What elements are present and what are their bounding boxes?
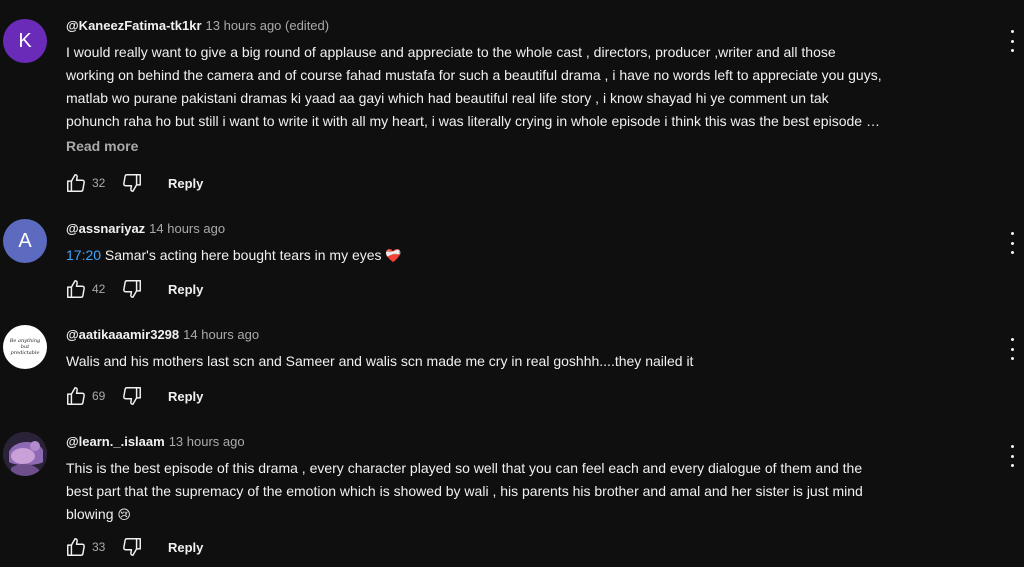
like-count: 42 [92,282,106,296]
avatar-handwriting: Be anything but predictable [9,338,41,356]
comment-author[interactable]: @assnariyaz [66,221,145,236]
reply-button[interactable]: Reply [168,540,203,555]
read-more-button[interactable]: Read more [66,138,984,154]
avatar-letter: A [18,229,32,252]
comment-text-line: I would really want to give a big round … [66,44,836,60]
comment-text-line: pohunch raha ho but still i want to writ… [66,113,880,129]
comment-time[interactable]: 14 hours ago [183,327,259,342]
comment-header: @aatikaaamir3298 14 hours ago [66,326,984,344]
comment-actions: 42 Reply [64,277,203,301]
like-count: 69 [92,389,106,403]
avatar-image [3,432,47,476]
comment-text: Walis and his mothers last scn and Samee… [66,353,694,369]
comment-text-body: Samar's acting here bought tears in my e… [101,247,386,263]
like-count: 32 [92,176,106,190]
reply-button[interactable]: Reply [168,282,203,297]
comment-actions: 32 Reply [64,171,203,195]
like-icon[interactable] [64,171,88,195]
comment-text: 17:20 Samar's acting here bought tears i… [66,244,984,267]
like-icon[interactable] [64,277,88,301]
more-options-icon[interactable] [1004,30,1020,52]
comment-author[interactable]: @learn._.islaam [66,434,165,449]
more-options-icon[interactable] [1004,232,1020,254]
dislike-icon[interactable] [120,171,144,195]
comment-time[interactable]: 13 hours ago (edited) [206,18,330,33]
comment-header: @assnariyaz 14 hours ago [66,220,984,238]
comment-text-line: matlab wo purane pakistani dramas ki yaa… [66,90,829,106]
like-icon[interactable] [64,384,88,408]
like-count: 33 [92,540,106,554]
comment-text-line: This is the best episode of this drama ,… [66,460,863,476]
dislike-icon[interactable] [120,277,144,301]
comment-actions: 33 Reply [64,535,203,559]
dislike-icon[interactable] [120,535,144,559]
avatar-letter: K [18,29,32,52]
comment-header: @learn._.islaam 13 hours ago [66,433,984,451]
reply-button[interactable]: Reply [168,389,203,404]
timestamp-link[interactable]: 17:20 [66,247,101,263]
dislike-icon[interactable] [120,384,144,408]
avatar[interactable] [3,432,47,476]
comment-actions: 69 Reply [64,384,203,408]
avatar[interactable]: K [3,19,47,63]
like-icon[interactable] [64,535,88,559]
comment-header: @KaneezFatima-tk1kr 13 hours ago (edited) [66,17,984,35]
comment-text: This is the best episode of this drama ,… [66,457,984,526]
comment-author[interactable]: @KaneezFatima-tk1kr [66,18,202,33]
comment-time[interactable]: 14 hours ago [149,221,225,236]
comment-text: I would really want to give a big round … [66,41,984,133]
crying-face-emoji: 😢 [117,507,131,522]
comment-time[interactable]: 13 hours ago [169,434,245,449]
more-options-icon[interactable] [1004,338,1020,360]
more-options-icon[interactable] [1004,445,1020,467]
reply-button[interactable]: Reply [168,176,203,191]
avatar[interactable]: Be anything but predictable [3,325,47,369]
comment-text-line: working on behind the camera and of cour… [66,67,882,83]
comment-author[interactable]: @aatikaaamir3298 [66,327,179,342]
comment-text-line: best part that the supremacy of the emot… [66,483,863,499]
avatar[interactable]: A [3,219,47,263]
mending-heart-emoji: ❤️‍🩹 [385,248,402,263]
comment-text-line: blowing [66,506,118,522]
